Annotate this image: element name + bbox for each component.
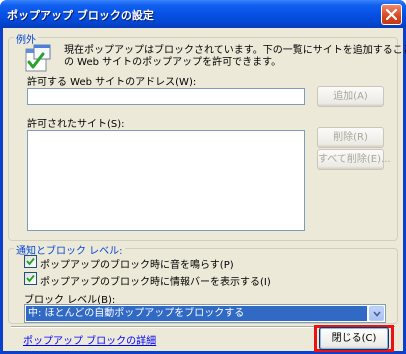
title-close-button[interactable] bbox=[381, 4, 402, 25]
block-level-select[interactable]: 中: ほとんどの自動ポップアップをブロックする bbox=[24, 304, 386, 323]
checkmark-icon bbox=[26, 257, 35, 266]
infobar-checkbox[interactable] bbox=[24, 272, 37, 285]
close-icon bbox=[386, 9, 397, 20]
window-title: ポップアップ ブロックの設定 bbox=[7, 9, 154, 22]
title-bar[interactable]: ポップアップ ブロックの設定 bbox=[0, 0, 406, 28]
block-level-value: 中: ほとんどの自動ポップアップをブロックする bbox=[26, 306, 367, 321]
popup-info-icon bbox=[25, 44, 51, 72]
remove-button[interactable]: 削除(R) bbox=[317, 127, 384, 148]
infobar-checkbox-label[interactable]: ポップアップのブロック時に情報バーを表示する(I) bbox=[40, 273, 271, 288]
address-label: 許可する Web サイトのアドレス(W): bbox=[27, 77, 197, 88]
dropdown-button[interactable] bbox=[369, 306, 384, 321]
allowed-sites-list[interactable] bbox=[27, 130, 305, 231]
popup-blocker-details-link[interactable]: ポップアップ ブロックの詳細 bbox=[23, 332, 156, 347]
checkmark-icon bbox=[26, 274, 35, 283]
sound-checkbox[interactable] bbox=[24, 255, 37, 268]
chevron-down-icon bbox=[373, 311, 381, 317]
close-button[interactable]: 閉じる(C) bbox=[319, 327, 389, 350]
allowed-sites-label: 許可されたサイト(S): bbox=[27, 119, 125, 130]
remove-all-button[interactable]: すべて削除(E)... bbox=[317, 149, 391, 170]
exceptions-info-line1: 現在ポップアップはブロックされています。下の一覧にサイトを追加することにより、特… bbox=[64, 45, 406, 56]
dialog-client-area: 例外 現在ポップアップはブロックされています。下の一覧にサイトを追加することによ… bbox=[3, 28, 406, 352]
popup-blocker-settings-window: ポップアップ ブロックの設定 例外 現在ポップアップはブロックされています。下の… bbox=[0, 0, 406, 354]
sound-checkbox-label[interactable]: ポップアップのブロック時に音を鳴らす(P) bbox=[40, 256, 234, 271]
add-button[interactable]: 追加(A) bbox=[317, 86, 384, 107]
exceptions-info-line2: の Web サイトのポップアップを許可できます。 bbox=[64, 57, 282, 68]
address-input[interactable] bbox=[27, 88, 305, 105]
